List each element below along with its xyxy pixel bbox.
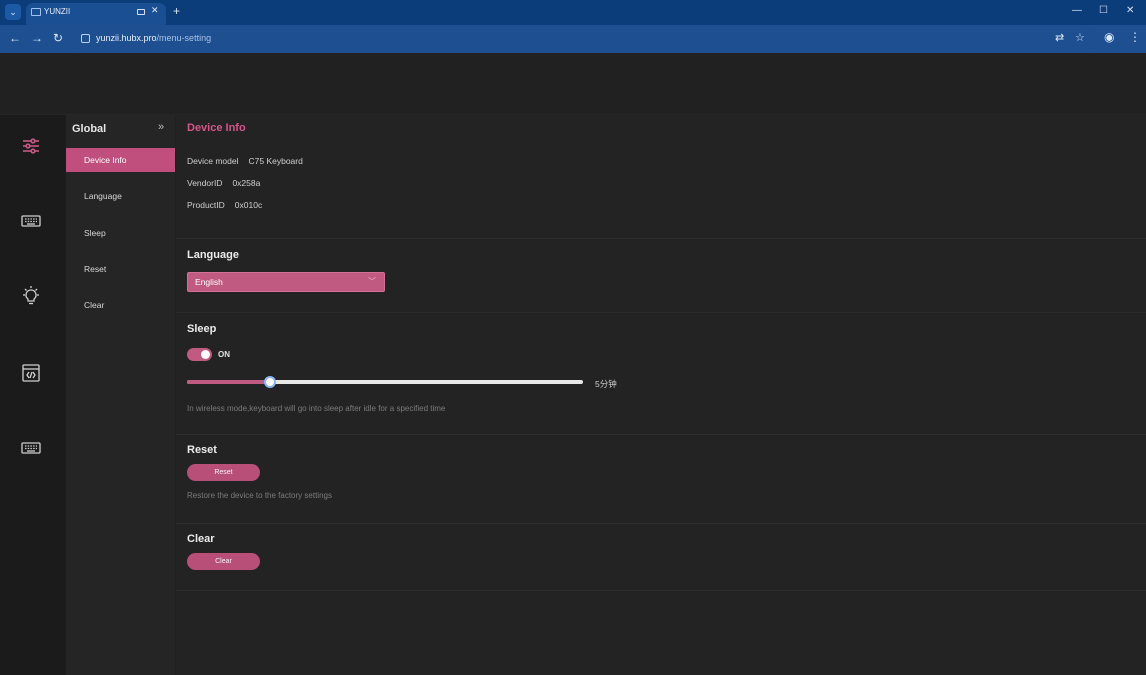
device-info-title: Device Info	[187, 122, 246, 134]
reload-icon[interactable]: ↻	[53, 31, 63, 45]
tab-close-icon[interactable]: ✕	[151, 5, 159, 16]
keyboard-macro-icon[interactable]	[20, 437, 42, 459]
submenu-item-reset[interactable]: Reset	[66, 257, 175, 281]
clear-button[interactable]: Clear	[187, 553, 260, 570]
reset-hint: Restore the device to the factory settin…	[187, 491, 332, 500]
code-window-icon[interactable]	[20, 362, 42, 384]
submenu-item-device-info[interactable]: Device Info	[66, 148, 175, 172]
translate-icon[interactable]: ⇄	[1055, 31, 1064, 44]
maximize-icon[interactable]: ☐	[1099, 5, 1108, 16]
app-header	[0, 53, 1146, 115]
forward-icon[interactable]: →	[31, 31, 43, 45]
language-selected-value: English	[195, 277, 223, 287]
sleep-time-slider[interactable]	[187, 376, 583, 388]
sleep-time-value: 5分钟	[595, 379, 617, 389]
address-bar: ← → ↻ yunzii.hubx.pro/menu-setting ⇄ ☆ ◉…	[0, 25, 1146, 53]
icon-rail	[0, 115, 66, 675]
close-window-icon[interactable]: ✕	[1126, 5, 1134, 16]
vendor-id-row: VendorID 0x258a	[187, 178, 261, 188]
browser-titlebar: ⌄ YUNZII ✕ + — ☐ ✕	[0, 0, 1146, 25]
device-model-row: Device model C75 Keyboard	[187, 156, 303, 166]
browser-tab[interactable]: YUNZII ✕	[26, 3, 166, 25]
language-title: Language	[187, 249, 239, 261]
settings-content: Device Info Device model C75 Keyboard Ven…	[176, 115, 1146, 675]
toggle-knob	[201, 350, 210, 359]
sleep-toggle-label: ON	[218, 350, 230, 359]
back-icon[interactable]: ←	[9, 31, 21, 45]
submenu-title: Global	[72, 123, 107, 135]
app-root: Global » Device Info Language Sleep Rese…	[0, 53, 1146, 675]
minimize-icon[interactable]: —	[1072, 5, 1082, 16]
sleep-section: Sleep In wireless mode,keyboard will go …	[176, 313, 1146, 435]
device-info-section: Device Info Device model C75 Keyboard Ven…	[176, 115, 1146, 239]
product-id-row: ProductID 0x010c	[187, 200, 263, 210]
monitor-icon	[31, 8, 41, 16]
bookmark-star-icon[interactable]: ☆	[1075, 31, 1085, 44]
sleep-toggle[interactable]	[187, 348, 212, 361]
clear-section: Clear Clear	[176, 524, 1146, 591]
url-field[interactable]: yunzii.hubx.pro/menu-setting ⇄ ☆	[72, 28, 1094, 50]
submenu-item-sleep[interactable]: Sleep	[66, 221, 175, 245]
media-icon[interactable]	[137, 9, 145, 15]
submenu-item-language[interactable]: Language	[66, 184, 175, 208]
settings-sliders-icon[interactable]	[20, 135, 42, 157]
chevron-down-icon: ﹀	[368, 277, 376, 286]
language-select[interactable]: English ﹀	[187, 272, 385, 292]
lightbulb-icon[interactable]	[20, 285, 42, 307]
global-submenu: Global » Device Info Language Sleep Rese…	[66, 115, 175, 675]
new-tab-button[interactable]: +	[173, 4, 180, 18]
tab-search-button[interactable]: ⌄	[5, 4, 21, 20]
site-info-icon[interactable]	[81, 34, 90, 43]
clear-title: Clear	[187, 533, 215, 545]
sleep-hint: In wireless mode,keyboard will go into s…	[187, 404, 446, 413]
reset-section: Reset Reset Restore the device to the fa…	[176, 435, 1146, 524]
reset-title: Reset	[187, 444, 217, 456]
reset-button[interactable]: Reset	[187, 464, 260, 481]
sleep-title: Sleep	[187, 323, 217, 335]
more-menu-icon[interactable]: ⋮	[1129, 30, 1141, 44]
keyboard-icon[interactable]	[20, 210, 42, 232]
slider-fill	[187, 380, 271, 384]
tab-title: YUNZII	[44, 7, 71, 16]
submenu-item-clear[interactable]: Clear	[66, 293, 175, 317]
url-text: yunzii.hubx.pro/menu-setting	[96, 33, 212, 43]
profile-icon[interactable]: ◉	[1104, 30, 1114, 44]
double-chevron-icon[interactable]: »	[158, 121, 164, 133]
